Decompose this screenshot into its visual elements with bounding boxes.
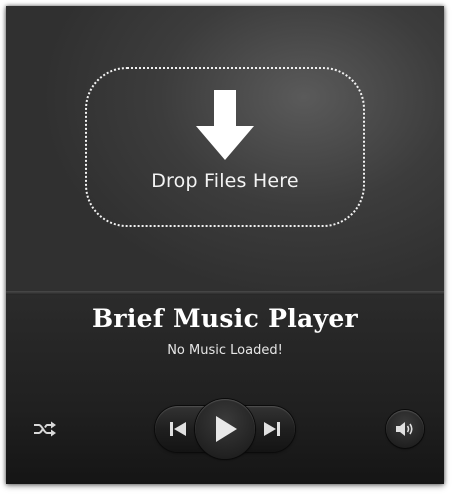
next-button[interactable] — [260, 417, 284, 441]
play-icon — [216, 416, 237, 442]
music-player-window: Drop Files Here Brief Music Player No Mu… — [6, 6, 444, 484]
track-status: No Music Loaded! — [167, 343, 283, 358]
volume-icon — [396, 422, 413, 436]
skip-next-icon — [264, 422, 280, 436]
shuffle-button[interactable] — [30, 418, 60, 440]
shuffle-icon — [34, 421, 56, 437]
previous-button[interactable] — [166, 417, 190, 441]
play-button[interactable] — [195, 399, 255, 459]
download-arrow-icon — [196, 90, 254, 160]
volume-button[interactable] — [386, 410, 424, 448]
drop-area[interactable]: Drop Files Here — [6, 6, 444, 291]
drop-files-label: Drop Files Here — [151, 170, 299, 192]
player-title: Brief Music Player — [91, 304, 358, 333]
skip-previous-icon — [170, 422, 186, 436]
